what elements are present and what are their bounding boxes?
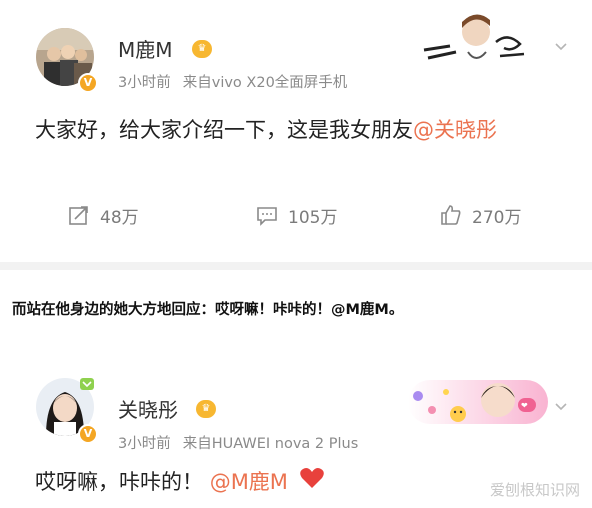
like-icon — [441, 205, 461, 225]
svg-text:❤: ❤ — [521, 401, 528, 410]
narration-text: 而站在他身边的她大方地回应：哎呀嘛！咔咔的！@M鹿M。 — [12, 302, 404, 318]
member-crown-icon: ♛ — [192, 40, 212, 58]
post-actions: 48万 105万 270万 — [0, 195, 592, 235]
post-divider — [0, 262, 592, 270]
watermark: 爱刨根知识网 — [489, 481, 580, 499]
post-username[interactable]: 关晓彤 — [118, 394, 178, 423]
comment-count: 105万 — [288, 207, 338, 228]
decorative-card-image: ❤ — [388, 374, 548, 432]
chevron-down-icon[interactable] — [554, 400, 568, 414]
verified-icon: V — [78, 424, 98, 444]
post-meta: 3小时前 来自HUAWEI nova 2 Plus — [118, 432, 370, 453]
post-time: 3小时前 — [118, 75, 171, 91]
repost-button[interactable]: 48万 — [68, 195, 139, 235]
post-text: 哎呀嘛，咔咔的！ — [35, 470, 203, 494]
post-content: 哎呀嘛，咔咔的！ @M鹿M — [35, 464, 565, 501]
post-source[interactable]: 来自HUAWEI nova 2 Plus — [183, 436, 359, 452]
post-meta: 3小时前 来自vivo X20全面屏手机 — [118, 71, 359, 92]
comment-button[interactable]: 105万 — [256, 195, 337, 235]
post-text: 大家好，给大家介绍一下，这是我女朋友 — [35, 118, 413, 142]
weibo-post-lu-han: V M鹿M ♛ 3小时前 来自vivo X20全面屏手机 大家好，给大家介绍一下，… — [0, 0, 592, 262]
mention-link[interactable]: @M鹿M — [210, 470, 288, 494]
chevron-down-icon[interactable] — [554, 40, 568, 54]
heart-icon — [299, 465, 325, 501]
like-count: 270万 — [472, 207, 522, 228]
member-crown-icon: ♛ — [196, 400, 216, 418]
like-button[interactable]: 270万 — [440, 195, 521, 235]
verified-icon: V — [78, 73, 98, 93]
post-time: 3小时前 — [118, 436, 171, 452]
post-content: 大家好，给大家介绍一下，这是我女朋友@关晓彤 — [35, 112, 565, 148]
mention-link[interactable]: @关晓彤 — [413, 118, 497, 142]
post-source[interactable]: 来自vivo X20全面屏手机 — [183, 75, 348, 91]
repost-count: 48万 — [100, 207, 139, 228]
decorative-card-image — [420, 12, 530, 70]
pendant-decoration — [78, 374, 96, 394]
repost-icon — [69, 206, 88, 225]
comment-icon — [257, 207, 277, 226]
post-username[interactable]: M鹿M — [118, 34, 173, 63]
